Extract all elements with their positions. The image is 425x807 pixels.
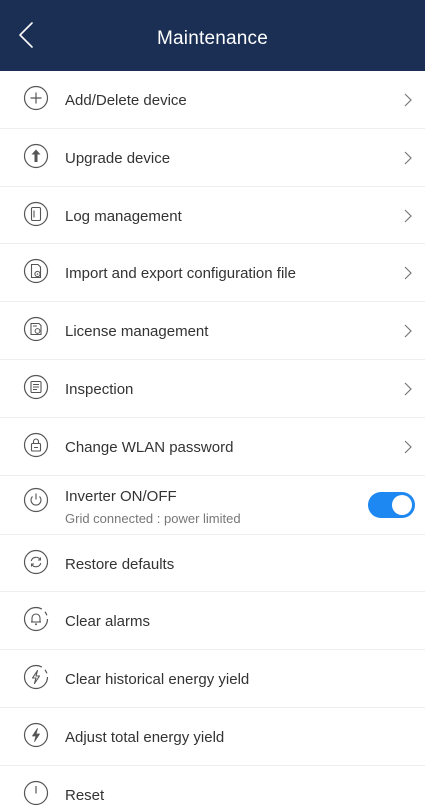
power-icon	[23, 487, 49, 513]
list-item-label: Adjust total energy yield	[65, 728, 225, 746]
list-item-clear-alarms[interactable]: Clear alarms	[0, 592, 425, 651]
list-item-label: License management	[65, 323, 209, 341]
list-item-adjust-total-energy[interactable]: Adjust total energy yield	[0, 708, 425, 766]
restore-icon	[23, 549, 49, 575]
chevron-right-icon	[403, 380, 413, 398]
list-item-label: Upgrade device	[65, 149, 171, 167]
list-item-inverter-on-off: Inverter ON/OFF Grid connected : power l…	[0, 476, 425, 535]
list-item-change-wlan-password[interactable]: Change WLAN password	[0, 418, 425, 476]
chevron-right-icon	[403, 438, 413, 456]
list-item-label: Inspection	[65, 380, 134, 398]
chevron-right-icon	[403, 322, 413, 340]
list-item-clear-historical-energy[interactable]: Clear historical energy yield	[0, 650, 425, 708]
list-item-label: Import and export configuration file	[65, 265, 296, 283]
reset-icon	[23, 780, 49, 806]
list-item-restore-defaults[interactable]: Restore defaults	[0, 535, 425, 593]
clear-energy-icon	[23, 664, 49, 690]
maintenance-list: Add/Delete device Upgrade device Log man…	[0, 71, 425, 807]
grid-status-text: Grid connected : power limited	[65, 510, 241, 526]
maintenance-screen: Maintenance Add/Delete device Upgrade de…	[0, 0, 425, 807]
chevron-right-icon	[403, 264, 413, 282]
config-file-icon	[23, 258, 49, 284]
clear-alarms-icon	[23, 606, 49, 632]
header-bar: Maintenance	[0, 0, 425, 71]
chevron-right-icon	[403, 207, 413, 225]
list-item-label: Inverter ON/OFF	[65, 487, 177, 505]
upgrade-icon	[23, 143, 49, 169]
list-item-log-management[interactable]: Log management	[0, 187, 425, 245]
page-title: Maintenance	[157, 28, 268, 49]
license-icon	[23, 316, 49, 342]
list-item-import-export-config[interactable]: Import and export configuration file	[0, 244, 425, 303]
wlan-password-icon	[23, 432, 49, 458]
list-item-add-delete-device[interactable]: Add/Delete device	[0, 71, 425, 129]
log-icon	[23, 201, 49, 227]
list-item-upgrade-device[interactable]: Upgrade device	[0, 129, 425, 187]
inverter-toggle[interactable]	[368, 491, 415, 518]
chevron-right-icon	[403, 149, 413, 167]
list-item-label: Restore defaults	[65, 555, 175, 573]
list-item-label: Add/Delete device	[65, 92, 187, 109]
list-item-label: Log management	[65, 207, 182, 225]
inspection-icon	[23, 374, 49, 400]
list-item-reset[interactable]: Reset	[0, 766, 425, 807]
list-item-label: Change WLAN password	[65, 438, 234, 456]
toggle-knob	[392, 494, 412, 515]
chevron-right-icon	[403, 91, 413, 109]
list-item-label: Clear alarms	[65, 613, 151, 631]
list-item-inspection[interactable]: Inspection	[0, 360, 425, 418]
adjust-energy-icon	[23, 722, 49, 748]
list-item-label: Reset	[65, 786, 105, 804]
list-item-label: Clear historical energy yield	[65, 671, 250, 689]
list-item-license-management[interactable]: License management	[0, 302, 425, 360]
plus-circle-icon	[23, 85, 49, 111]
